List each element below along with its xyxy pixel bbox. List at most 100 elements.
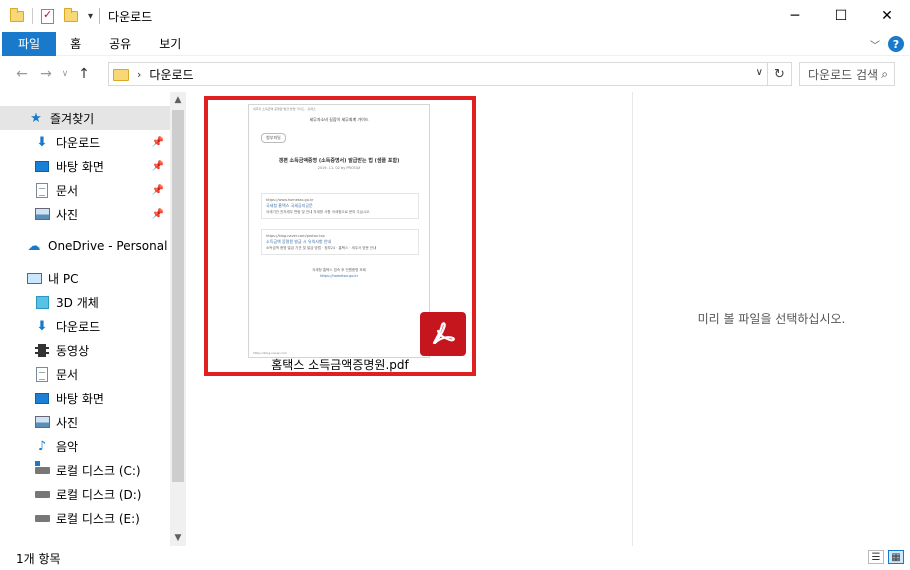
music-note-icon: ♪ — [37, 438, 47, 454]
search-placeholder: 다운로드 검색 — [808, 67, 879, 82]
scroll-down-icon[interactable]: ▼ — [170, 530, 186, 546]
tab-home[interactable]: 홈 — [56, 32, 95, 56]
file-list-area[interactable]: 세무자 소득금액 증명원 발급 방법 가이드 · 홈택스 세무자소비 길잡이 세… — [188, 92, 632, 546]
nav-item-pictures[interactable]: 사진 — [0, 410, 170, 434]
video-icon — [34, 342, 50, 358]
new-folder-icon[interactable] — [64, 7, 78, 22]
nav-item-drive-e[interactable]: 로컬 디스크 (E:) — [0, 506, 170, 530]
nav-item-desktop[interactable]: 바탕 화면 — [0, 386, 170, 410]
nav-item-desktop-pinned[interactable]: 바탕 화면 📌 — [0, 154, 170, 178]
nav-item-documents[interactable]: 문서 — [0, 362, 170, 386]
thumb-box-text: 국세기관 전자세무 편람 및 안내 자세한 사항 국세청으로 문의 주십시오. — [266, 210, 371, 214]
nav-item-label: 로컬 디스크 (C:) — [56, 463, 141, 478]
nav-item-label: 음악 — [56, 439, 79, 454]
properties-icon[interactable] — [41, 8, 54, 24]
nav-item-label: 문서 — [56, 183, 79, 198]
details-view-icon[interactable]: ☰ — [868, 550, 884, 564]
nav-item-label: 사진 — [56, 207, 79, 222]
thumb-footer-link: https://hometax.go.kr — [319, 274, 359, 278]
download-arrow-icon: ⬇ — [36, 134, 48, 150]
nav-scrollbar[interactable]: ▲ ▼ — [170, 92, 186, 546]
forward-button[interactable]: → — [34, 62, 58, 86]
expand-ribbon-chevron-icon[interactable]: ﹀ — [870, 37, 880, 52]
thumb-tag: 첨부파일 — [261, 133, 286, 143]
scrollbar-thumb[interactable] — [172, 110, 184, 482]
picture-icon — [34, 206, 50, 222]
nav-item-this-pc[interactable]: 내 PC — [0, 266, 170, 290]
breadcrumb-downloads[interactable]: 다운로드 — [149, 66, 193, 83]
nav-item-downloads[interactable]: ⬇ 다운로드 — [0, 314, 170, 338]
ribbon-right-controls: ﹀ ? — [870, 36, 904, 52]
nav-item-downloads-pinned[interactable]: ⬇ 다운로드 📌 — [0, 130, 170, 154]
close-button[interactable]: ✕ — [864, 0, 910, 32]
document-icon — [34, 182, 50, 198]
nav-item-label: 바탕 화면 — [56, 391, 104, 406]
pin-icon: 📌 — [151, 160, 164, 172]
nav-item-label: 바탕 화면 — [56, 159, 104, 174]
navigation-pane: ★ 즐겨찾기 ⬇ 다운로드 📌 바탕 화면 📌 문서 📌 사진 📌 ☁ OneD… — [0, 92, 186, 546]
nav-item-drive-d[interactable]: 로컬 디스크 (D:) — [0, 482, 170, 506]
nav-item-music[interactable]: ♪ 음악 — [0, 434, 170, 458]
chevron-down-icon: ∨ — [61, 69, 69, 79]
status-bar: 1개 항목 ☰ ▦ — [0, 546, 910, 570]
address-bar[interactable]: › 다운로드 ∨ — [108, 62, 768, 86]
minimize-button[interactable]: ─ — [772, 0, 818, 32]
back-arrow-icon: ← — [16, 66, 28, 82]
tab-share[interactable]: 공유 — [95, 32, 145, 56]
thumb-link-box: https://blog.naver.com/protax-tax 소득금액 증… — [261, 229, 419, 255]
address-dropdown-icon[interactable]: ∨ — [756, 67, 763, 78]
picture-icon — [34, 414, 50, 430]
pc-icon — [26, 270, 42, 286]
nav-item-label: OneDrive - Personal — [48, 239, 168, 253]
folder-icon — [113, 69, 129, 81]
search-input[interactable]: 다운로드 검색 ⌕ — [799, 62, 895, 86]
recent-locations-button[interactable]: ∨ — [58, 62, 72, 86]
folder-icon — [10, 7, 24, 22]
nav-item-drive-c[interactable]: 로컬 디스크 (C:) — [0, 458, 170, 482]
pdf-thumbnail: 세무자 소득금액 증명원 발급 방법 가이드 · 홈택스 세무자소비 길잡이 세… — [248, 104, 430, 358]
window-controls: ─ ☐ ✕ — [772, 0, 910, 32]
cloud-icon: ☁ — [27, 238, 41, 254]
up-button[interactable]: ↑ — [72, 62, 96, 86]
file-name-label[interactable]: 홈택스 소득금액증명원.pdf — [208, 356, 472, 373]
desktop-icon — [34, 390, 50, 406]
thumb-header-text: 세무자 소득금액 증명원 발급 방법 가이드 · 홈택스 — [253, 107, 316, 111]
item-count: 1개 항목 — [16, 551, 61, 566]
nav-item-videos[interactable]: 동영상 — [0, 338, 170, 362]
pin-icon: 📌 — [151, 136, 164, 148]
search-icon: ⌕ — [881, 67, 888, 81]
thumb-subtitle: 2019. 11. 02 by PROTAX — [317, 166, 361, 170]
window-title: 다운로드 — [108, 9, 153, 24]
forward-arrow-icon: → — [40, 66, 52, 82]
document-icon — [34, 366, 50, 382]
nav-item-label: 사진 — [56, 415, 79, 430]
maximize-button[interactable]: ☐ — [818, 0, 864, 32]
nav-item-documents-pinned[interactable]: 문서 📌 — [0, 178, 170, 202]
cube-3d-icon — [34, 294, 50, 310]
refresh-button[interactable]: ↻ — [768, 62, 792, 86]
nav-item-onedrive[interactable]: ☁ OneDrive - Personal — [0, 234, 170, 258]
tab-view[interactable]: 보기 — [145, 32, 195, 56]
help-icon[interactable]: ? — [888, 36, 904, 52]
nav-item-label: 동영상 — [56, 343, 90, 358]
file-item-pdf[interactable]: 세무자 소득금액 증명원 발급 방법 가이드 · 홈택스 세무자소비 길잡이 세… — [204, 96, 476, 376]
nav-item-3d-objects[interactable]: 3D 개체 — [0, 290, 170, 314]
large-icons-view-icon[interactable]: ▦ — [888, 550, 904, 564]
scroll-up-icon[interactable]: ▲ — [170, 92, 186, 108]
thumb-box-text: 소득금액 증명 발급 기관 및 발급 방법 · 정부24 · 홈택스 · 세무서… — [266, 246, 377, 250]
customize-toolbar-dropdown-icon[interactable]: ▾ — [88, 11, 93, 22]
nav-item-label: 로컬 디스크 (D:) — [56, 487, 142, 502]
thumb-footer: 국세청 홈택스 접속 후 민원증명 조회 https://hometax.go.… — [249, 267, 429, 279]
up-arrow-icon: ↑ — [78, 66, 90, 82]
quick-access-toolbar: ▾ — [0, 0, 108, 32]
thumb-bottom-url: https://blog.naver.com — [253, 351, 287, 355]
nav-item-favorites[interactable]: ★ 즐겨찾기 — [0, 106, 170, 130]
breadcrumb-separator-icon[interactable]: › — [137, 68, 141, 81]
nav-item-label: 다운로드 — [56, 135, 101, 150]
tab-file[interactable]: 파일 — [2, 31, 57, 56]
refresh-icon: ↻ — [774, 66, 785, 82]
back-button[interactable]: ← — [10, 62, 34, 86]
toolbar-divider — [32, 8, 33, 24]
nav-item-pictures-pinned[interactable]: 사진 📌 — [0, 202, 170, 226]
preview-pane: 미리 볼 파일을 선택하십시오. — [632, 92, 910, 546]
